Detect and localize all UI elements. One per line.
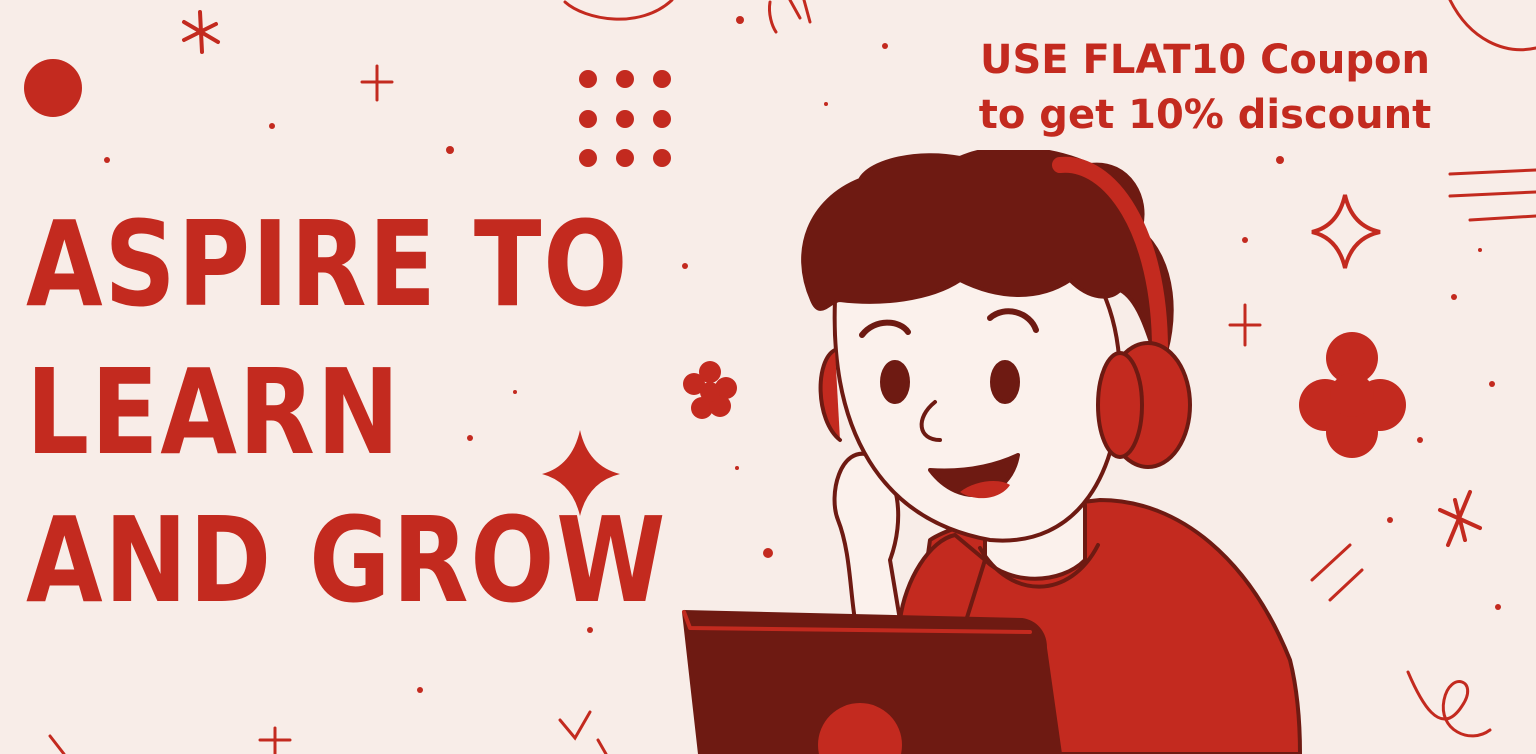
boy-with-headphones-illustration	[682, 150, 1302, 754]
promo-banner: ASPIRE TO LEARN AND GROW USE FLAT10 Coup…	[0, 0, 1536, 754]
headline: ASPIRE TO LEARN AND GROW	[26, 190, 667, 634]
coupon-line-1: USE FLAT10 Coupon	[980, 37, 1430, 83]
coupon-line-2: to get 10% discount	[978, 92, 1432, 138]
coupon-message: USE FLAT10 Coupon to get 10% discount	[960, 33, 1450, 143]
headline-line-3: AND GROW	[26, 491, 668, 629]
headline-line-1: ASPIRE TO	[26, 195, 630, 333]
headline-line-2: LEARN	[26, 343, 402, 481]
